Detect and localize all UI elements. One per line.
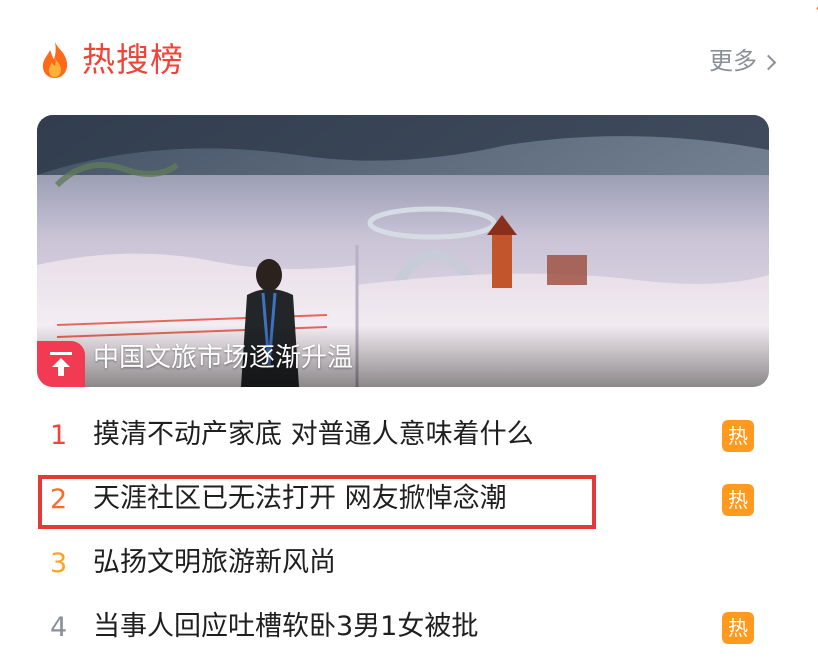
hot-badge: 热 <box>722 612 754 644</box>
pinned-badge <box>37 341 85 387</box>
panel-title: 热搜榜 <box>82 40 184 79</box>
panel-header: 热搜榜 更多 <box>38 36 777 84</box>
item-title: 当事人回应吐槽软卧3男1女被批 <box>93 611 479 642</box>
list-item[interactable]: 1 摸清不动产家底 对普通人意味着什么 热 <box>0 404 818 468</box>
hot-search-panel: 热搜榜 更多 中国文旅市场逐渐升温 1 摸清不动产家底 对普通人意味着什么 热 … <box>0 0 818 662</box>
list-item[interactable]: 4 当事人回应吐槽软卧3男1女被批 热 <box>0 596 818 660</box>
arrow-up-pin-icon <box>50 352 72 376</box>
featured-banner[interactable]: 中国文旅市场逐渐升温 <box>37 115 769 387</box>
more-link[interactable]: 更多 <box>709 44 777 78</box>
item-title: 摸清不动产家底 对普通人意味着什么 <box>93 419 534 450</box>
hot-search-list: 1 摸清不动产家底 对普通人意味着什么 热 2 天涯社区已无法打开 网友掀悼念潮… <box>0 404 818 660</box>
item-title: 弘扬文明旅游新风尚 <box>93 547 336 578</box>
more-label: 更多 <box>709 47 757 75</box>
list-item[interactable]: 3 弘扬文明旅游新风尚 <box>0 532 818 596</box>
hot-badge: 热 <box>722 420 754 452</box>
rank-number: 3 <box>50 548 68 579</box>
banner-caption: 中国文旅市场逐渐升温 <box>93 343 354 373</box>
chevron-right-icon <box>760 54 777 70</box>
highlight-annotation-box <box>38 475 596 529</box>
corner-decoration <box>798 0 818 14</box>
hot-badge: 热 <box>722 484 754 516</box>
rank-number: 4 <box>50 612 68 643</box>
flame-icon <box>42 42 68 78</box>
rank-number: 1 <box>50 420 68 451</box>
